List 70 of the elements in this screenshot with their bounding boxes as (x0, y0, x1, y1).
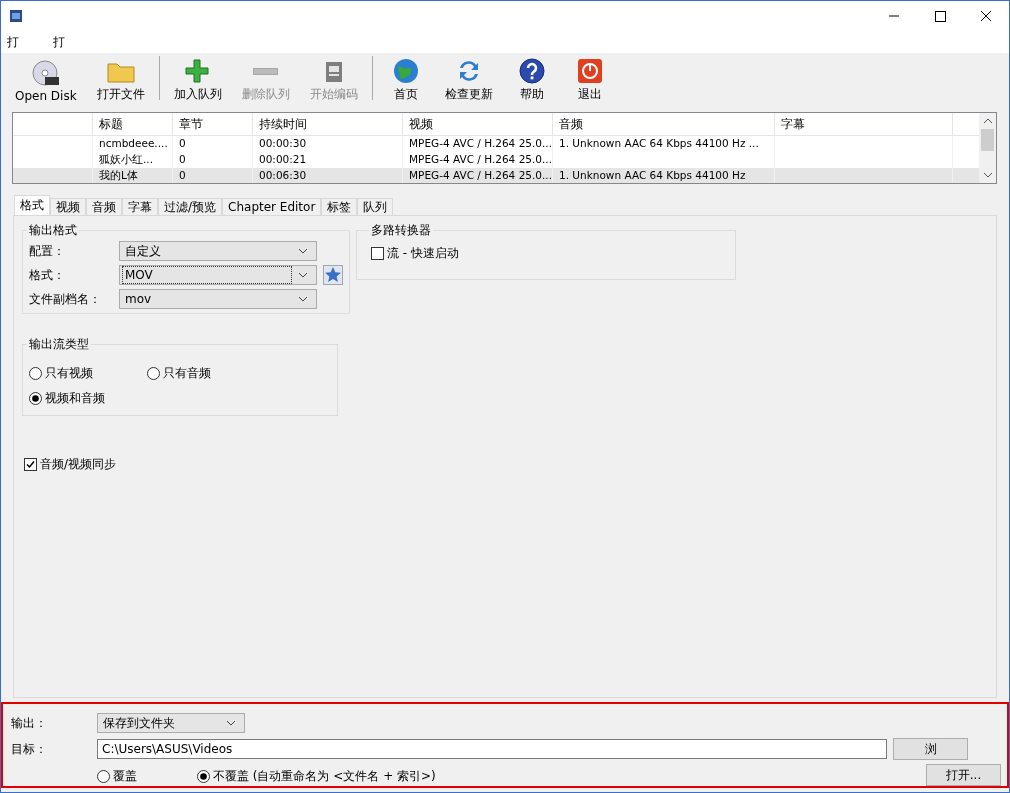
field-label: 文件副档名： (29, 290, 102, 308)
tab[interactable]: 队列 (357, 198, 394, 215)
radio-button[interactable]: 不覆盖 (自动重命名为 <文件名 + 索引>) (197, 767, 436, 785)
caret-icon (298, 248, 308, 254)
toolbar-button[interactable]: Open Disk (5, 59, 87, 103)
table-cell: 0 (173, 136, 253, 152)
tab[interactable]: 标签 (321, 198, 358, 215)
table-cell: 1. Unknown AAC 64 Kbps 44100 Hz (553, 168, 775, 183)
scroll-up-icon[interactable] (982, 117, 993, 125)
star-icon[interactable] (323, 265, 343, 285)
radio-button[interactable]: 只有视频 (29, 365, 147, 382)
app-icon (9, 9, 23, 23)
table-cell: 我的L体 (93, 168, 173, 183)
table-row[interactable]: 我的L体 0 00:06:30 MPEG-4 AVC / H.264 25.0... 1. Unknown AAC 64 Kbps 44100 Hz (13, 168, 979, 183)
caret-icon (226, 720, 236, 726)
field-label: 格式： (29, 266, 66, 284)
toolbar-button[interactable]: 首页 (376, 56, 435, 103)
table-cell: 0 (173, 168, 253, 183)
group-title: 多路转换器 (370, 222, 432, 239)
field-label: 配置： (29, 242, 66, 260)
caret-icon (298, 272, 308, 278)
column-header[interactable]: 持续时间 (253, 113, 403, 135)
disc-icon (30, 59, 61, 89)
column-header[interactable]: 标题 (93, 113, 173, 135)
toolbar-button[interactable]: 退出 (560, 56, 619, 103)
toolbar-button[interactable]: 加入队列 (163, 56, 232, 103)
target-field[interactable]: C:\Users\ASUS\Videos (97, 739, 887, 759)
column-header[interactable]: 字幕 (775, 113, 953, 135)
column-header[interactable]: 音频 (553, 113, 775, 135)
column-header[interactable]: 章节 (173, 113, 253, 135)
checkbox[interactable]: 音频/视频同步 (24, 456, 988, 473)
group-title: 输出格式 (28, 222, 78, 239)
browse-button[interactable]: 浏 (893, 738, 968, 760)
table-cell: 00:00:30 (253, 136, 403, 152)
table-cell: MPEG-4 AVC / H.264 25.0... (403, 168, 553, 183)
tab[interactable]: 字幕 (122, 198, 158, 215)
table-cell: ncmbdeee.... (93, 136, 173, 152)
tab[interactable]: 格式 (14, 195, 50, 215)
table-row[interactable]: ncmbdeee.... 0 00:00:30 MPEG-4 AVC / H.264 25.0... 1. Unknown AAC 64 Kbps 44100 Hz ... (13, 136, 979, 152)
output-dropdown[interactable]: 保存到文件夹 (97, 713, 245, 733)
scrollbar[interactable] (979, 113, 996, 183)
table-cell: 1. Unknown AAC 64 Kbps 44100 Hz ... (553, 136, 775, 152)
scroll-down-icon[interactable] (982, 171, 993, 179)
radio-button[interactable]: 只有音频 (147, 365, 331, 382)
group-title: 输出流类型 (28, 336, 90, 353)
tab[interactable]: 音频 (86, 198, 122, 215)
help-icon (516, 56, 547, 86)
menu-item[interactable]: 打 (53, 33, 65, 51)
output-label: 输出： (11, 714, 48, 732)
checkbox[interactable]: 流 - 快速启动 (371, 245, 721, 262)
menu-item[interactable]: 打 (7, 33, 19, 51)
dropdown[interactable]: mov (119, 289, 317, 309)
bar-icon (253, 67, 279, 75)
table-cell: 00:06:30 (253, 168, 403, 183)
toolbar-button[interactable]: 帮助 (502, 56, 561, 103)
radio-button[interactable]: 视频和音频 (29, 390, 147, 407)
tab[interactable]: 过滤/预览 (158, 198, 223, 215)
scroll-thumb[interactable] (981, 129, 994, 151)
open-button[interactable]: 打开... (926, 764, 1001, 786)
radio-button[interactable]: 覆盖 (97, 767, 137, 785)
toolbar-button[interactable]: 检查更新 (434, 56, 503, 103)
target-label: 目标： (11, 740, 48, 758)
column-header[interactable]: 视频 (403, 113, 553, 135)
tab[interactable]: Chapter Editor (222, 198, 322, 215)
tab[interactable]: 视频 (50, 198, 86, 215)
dropdown[interactable]: 自定义 (119, 241, 317, 261)
table-cell: MPEG-4 AVC / H.264 25.0... (403, 136, 553, 152)
toolbar-button[interactable]: 打开文件 (86, 56, 155, 103)
caret-icon (298, 296, 308, 302)
dropdown[interactable]: MOV (119, 265, 317, 285)
